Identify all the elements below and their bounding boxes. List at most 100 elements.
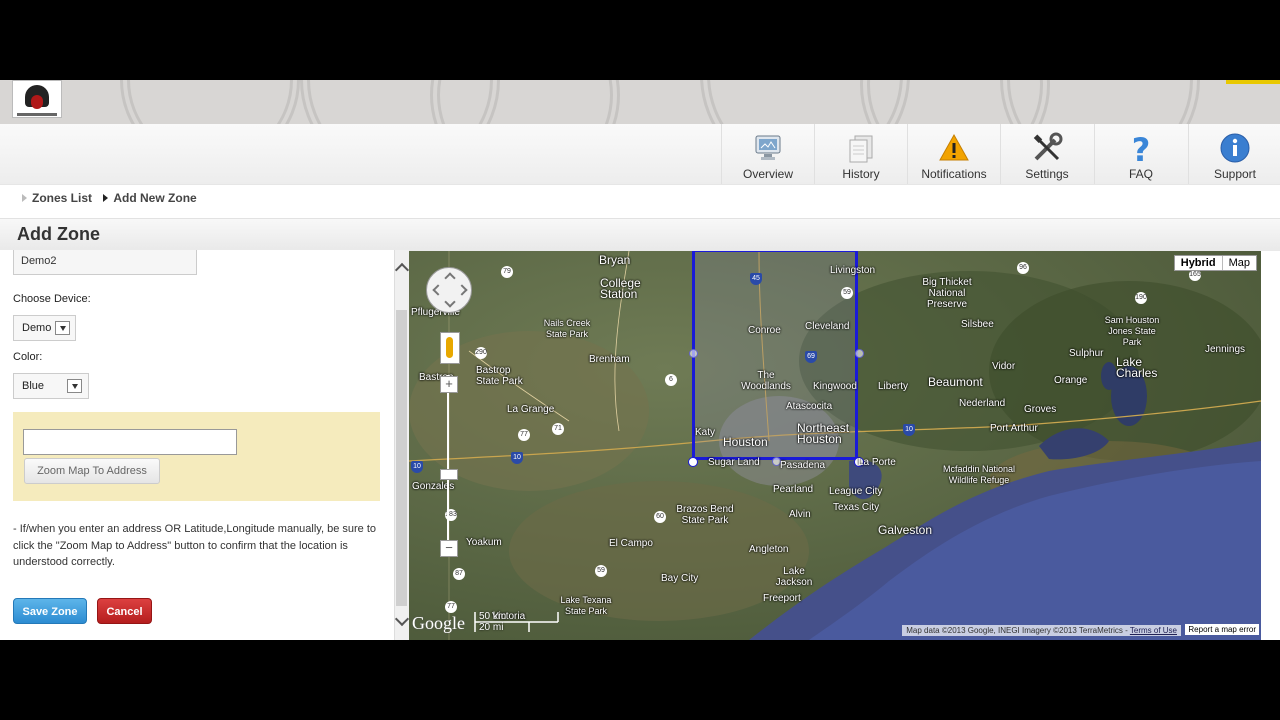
pan-up-icon[interactable]	[444, 272, 456, 284]
map-place-label: Galveston	[878, 523, 933, 537]
highway-shield: 60	[654, 511, 666, 523]
nav-history[interactable]: History	[814, 124, 907, 184]
map-place-label: La Porte	[858, 457, 896, 468]
interstate-shield: 10	[511, 452, 523, 464]
map-place-label: Lake Texana State Park	[560, 595, 612, 616]
map-type-hybrid-button[interactable]: Hybrid	[1175, 256, 1223, 270]
question-icon: ?	[1125, 131, 1157, 169]
monitor-icon	[752, 132, 784, 164]
color-label: Color:	[13, 351, 43, 363]
map-place-label: Brenham	[589, 354, 630, 365]
device-label: Choose Device:	[13, 293, 91, 305]
street-view-pegman-icon[interactable]	[440, 332, 460, 364]
zoom-out-button[interactable]: −	[440, 540, 458, 557]
zoom-slider-thumb[interactable]	[440, 469, 458, 480]
company-logo[interactable]	[12, 80, 62, 118]
form-scrollbar[interactable]	[394, 250, 410, 640]
zone-midpoint-handle[interactable]	[689, 349, 698, 358]
map-place-label: Lake Jackson	[775, 566, 813, 588]
map-place-label: Liberty	[878, 381, 909, 392]
copyright-text: Map data ©2013 Google, INEGI Imagery ©20…	[906, 626, 1130, 635]
breadcrumb-add-new-zone: Add New Zone	[103, 191, 197, 205]
map-place-label: Yoakum	[466, 537, 502, 548]
map-place-label: College Station	[600, 276, 641, 301]
cancel-button[interactable]: Cancel	[97, 598, 152, 624]
map-type-map-button[interactable]: Map	[1223, 256, 1256, 270]
zoom-in-button[interactable]: +	[440, 376, 458, 393]
interstate-shield: 10	[903, 424, 915, 436]
highway-shield: 290	[475, 347, 487, 359]
map-place-label: Kingwood	[813, 381, 857, 392]
highway-shield: 87	[453, 568, 465, 580]
google-logo: Google	[412, 613, 465, 633]
pan-down-icon[interactable]	[444, 296, 456, 308]
map-place-label: Texas City	[833, 502, 880, 513]
map-place-label: Jennings	[1205, 344, 1246, 355]
scale-mi-label: 20 mi	[479, 622, 504, 633]
map-scale: 50 km 20 mi	[474, 611, 560, 633]
map-place-label: Bastrop State Park	[476, 365, 523, 387]
zone-vertex-handle[interactable]	[688, 457, 698, 467]
map-place-label: Livingston	[830, 265, 876, 276]
app-window: Overview History Notifications Settings …	[0, 80, 1280, 640]
report-map-error-link[interactable]: Report a map error	[1185, 624, 1259, 635]
scrollbar-thumb[interactable]	[396, 310, 407, 606]
color-select[interactable]: Blue	[13, 373, 89, 399]
nav-support[interactable]: Support	[1188, 124, 1280, 184]
pan-right-icon[interactable]	[456, 284, 468, 296]
map-place-label: Atascocita	[786, 401, 833, 412]
pan-left-icon[interactable]	[432, 284, 444, 296]
map-place-label: El Campo	[609, 538, 653, 549]
map-place-label: La Grange	[507, 404, 555, 415]
zoom-slider-track[interactable]	[447, 375, 449, 550]
scale-km-label: 50 km	[479, 611, 507, 622]
zone-name-field[interactable]: Demo2	[13, 250, 197, 275]
map-place-label: Pearland	[773, 484, 814, 495]
map-place-label: Cleveland	[805, 321, 850, 332]
map-place-label: Nederland	[959, 398, 1006, 409]
map-place-label: Bryan	[599, 253, 631, 267]
breadcrumb: Zones List Add New Zone	[22, 191, 205, 205]
map-type-control: Hybrid Map	[1173, 255, 1257, 271]
nav-label: FAQ	[1128, 167, 1153, 181]
zone-map[interactable]: Bryan College Station Livingston Big Thi…	[409, 251, 1261, 640]
map-place-label: Sugar Land	[708, 457, 760, 468]
map-place-label: Bay City	[661, 573, 699, 584]
device-select[interactable]: Demo	[13, 315, 76, 341]
map-place-label: Pasadena	[780, 460, 826, 471]
nav-overview[interactable]: Overview	[721, 124, 814, 184]
address-input[interactable]	[23, 429, 237, 455]
map-place-label: Port Arthur	[990, 423, 1038, 434]
map-place-label: Big Thicket National Preserve	[922, 277, 972, 310]
map-place-label: Katy	[695, 427, 716, 438]
zoom-map-to-address-button[interactable]: Zoom Map To Address	[24, 458, 160, 484]
highway-shield: 190	[1135, 292, 1147, 304]
address-note: - If/when you enter an address OR Latitu…	[13, 523, 377, 568]
terms-of-use-link[interactable]: Terms of Use	[1130, 626, 1177, 635]
breadcrumb-zones-list[interactable]: Zones List	[22, 191, 92, 205]
save-zone-button[interactable]: Save Zone	[13, 598, 87, 624]
map-place-label: Groves	[1024, 404, 1057, 415]
address-box: Zoom Map To Address	[13, 412, 380, 501]
logout-link[interactable]	[1226, 80, 1280, 84]
map-place-label: Orange	[1054, 375, 1088, 386]
nav-label: Settings	[1025, 167, 1069, 181]
page-title-bar: Add Zone	[0, 218, 1280, 251]
map-place-label: Beaumont	[928, 375, 983, 389]
scroll-down-arrow-icon[interactable]	[394, 611, 410, 627]
nav-faq[interactable]: ? FAQ	[1094, 124, 1187, 184]
nav-notifications[interactable]: Notifications	[907, 124, 1000, 184]
map-place-label: Lake Charles	[1116, 355, 1158, 380]
chevron-down-icon	[55, 321, 70, 335]
page-title: Add Zone	[17, 224, 100, 244]
pan-control[interactable]	[426, 267, 472, 313]
scroll-up-arrow-icon[interactable]	[394, 262, 410, 278]
map-place-label: Alvin	[789, 509, 811, 520]
zone-midpoint-handle[interactable]	[855, 349, 864, 358]
highway-shield: 77	[445, 601, 457, 613]
map-place-label: Silsbee	[961, 319, 994, 330]
color-select-value: Blue	[22, 380, 45, 392]
highway-shield: 79	[501, 266, 513, 278]
map-place-label: Vidor	[992, 361, 1016, 372]
nav-settings[interactable]: Settings	[1000, 124, 1093, 184]
